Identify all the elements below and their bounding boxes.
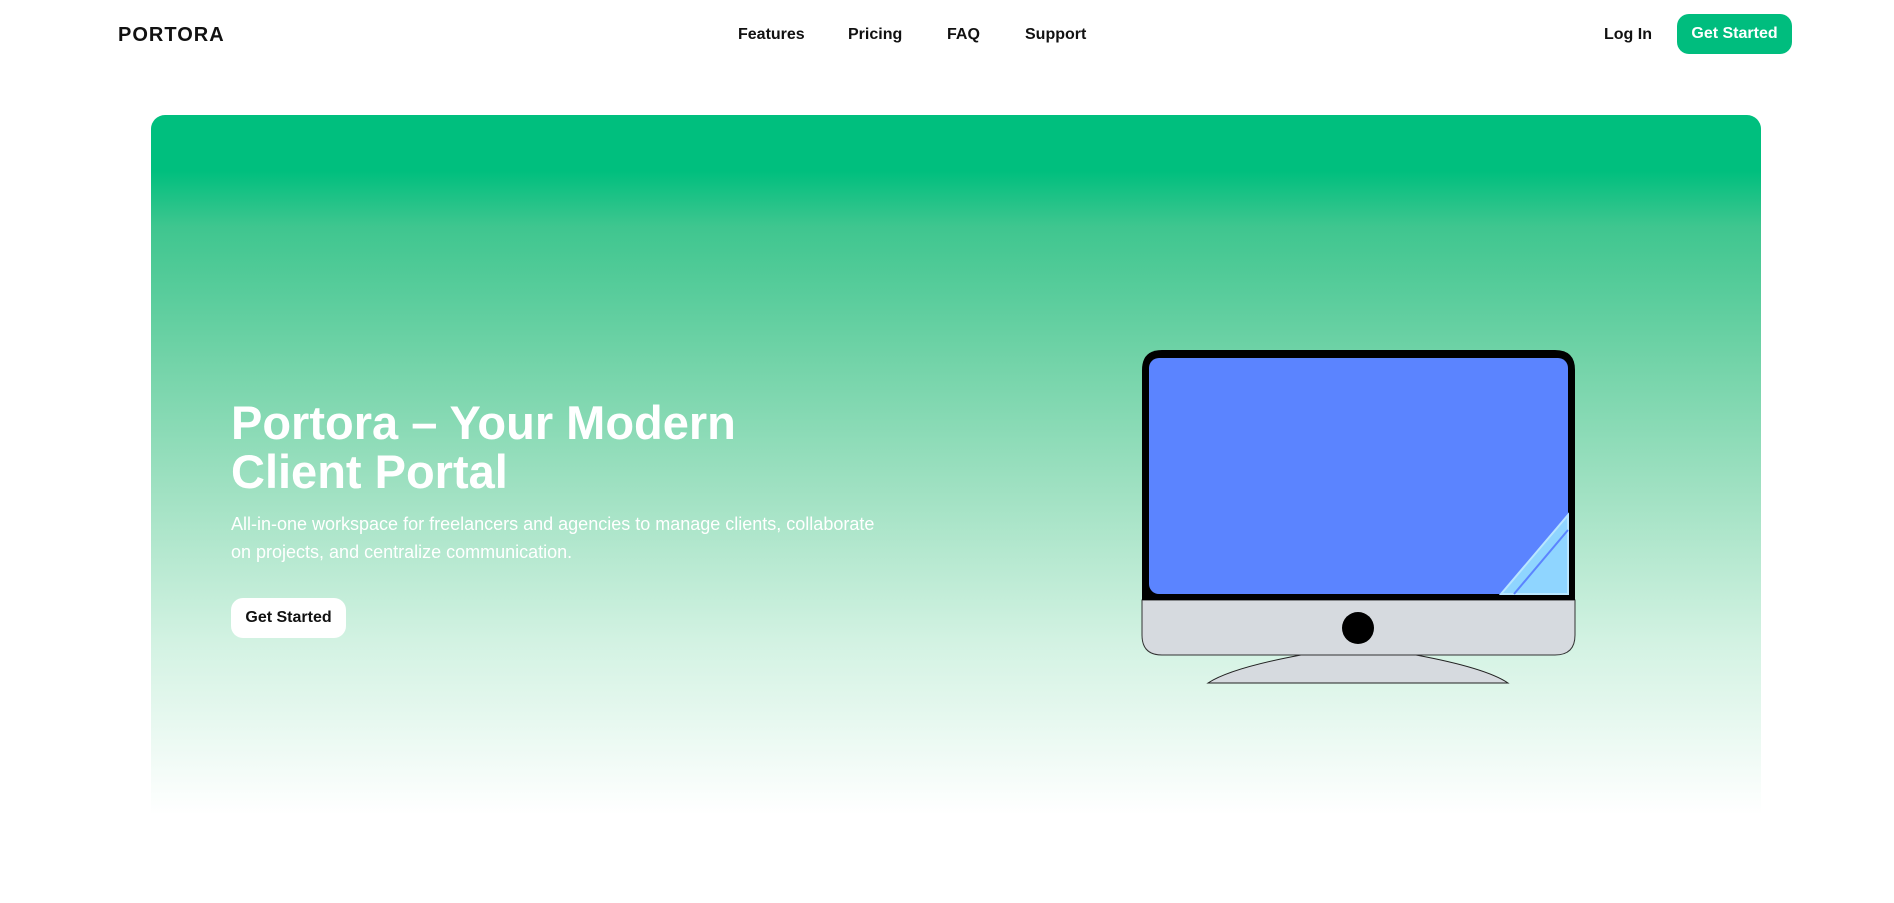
header-get-started-button[interactable]: Get Started — [1677, 14, 1792, 54]
power-button-icon — [1342, 612, 1374, 644]
monitor-stand-icon — [1206, 654, 1510, 684]
site-header: PORTORA Features Pricing FAQ Support Log… — [0, 0, 1894, 70]
nav-link-support[interactable]: Support — [1025, 24, 1086, 46]
desktop-monitor-illustration — [1141, 350, 1576, 684]
nav-link-faq[interactable]: FAQ — [947, 24, 980, 46]
login-link[interactable]: Log In — [1604, 24, 1652, 46]
nav-link-pricing[interactable]: Pricing — [848, 24, 902, 46]
nav-link-features[interactable]: Features — [738, 24, 805, 46]
hero-section: Portora – Your Modern Client Portal All-… — [151, 115, 1761, 815]
hero-get-started-button[interactable]: Get Started — [231, 598, 346, 638]
hero-title-line-1: Portora – Your Modern — [231, 396, 736, 449]
hero-title: Portora – Your Modern Client Portal — [231, 398, 931, 496]
brand-logo[interactable]: PORTORA — [118, 22, 225, 48]
hero-title-line-2: Client Portal — [231, 445, 508, 498]
landing-page: PORTORA Features Pricing FAQ Support Log… — [0, 0, 1894, 903]
hero-subtitle: All-in-one workspace for freelancers and… — [231, 514, 875, 562]
monitor-screen — [1149, 358, 1568, 594]
